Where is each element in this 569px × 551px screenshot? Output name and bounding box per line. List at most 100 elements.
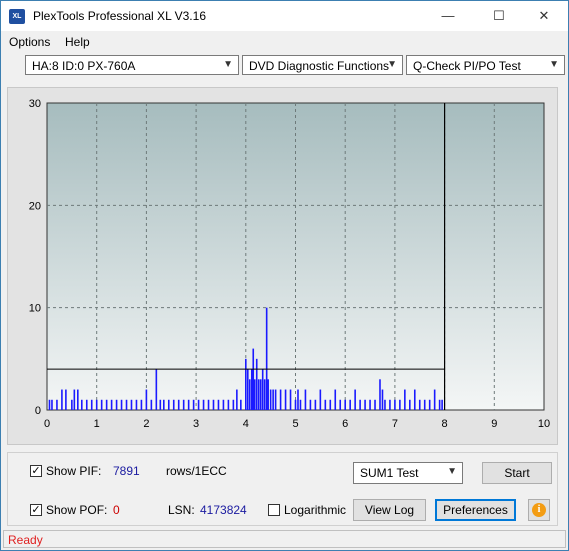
pi-bar — [384, 399, 386, 410]
y-tick-label: 20 — [29, 200, 41, 212]
pi-bar — [257, 379, 260, 410]
chart-svg: 0 1 2 3 4 5 6 7 8 9 10 0 10 20 30 — [29, 98, 550, 430]
pi-bar — [418, 399, 421, 410]
status-bar: Ready — [3, 530, 566, 548]
x-tick-label: 1 — [94, 418, 100, 430]
pi-bar — [344, 399, 346, 410]
pi-bar — [155, 369, 158, 410]
pi-bar — [172, 399, 175, 410]
pi-bar — [441, 399, 443, 410]
pi-bar — [115, 399, 118, 410]
pi-bar — [252, 348, 255, 410]
pi-bar — [259, 379, 262, 410]
test-type-select[interactable]: Q-Check PI/PO Test ▼ — [406, 55, 565, 75]
maximize-button[interactable]: ☐ — [476, 1, 522, 31]
app-logo-icon: XL — [9, 9, 25, 24]
menu-help[interactable]: Help — [65, 35, 90, 49]
pi-bar — [227, 399, 230, 410]
pif-units: rows/1ECC — [166, 464, 227, 478]
logarithmic-label: Logarithmic — [284, 503, 347, 517]
pi-bar — [314, 399, 317, 410]
info-button[interactable]: i — [528, 499, 550, 521]
drive-select[interactable]: HA:8 ID:0 PX-760A ▼ — [25, 55, 239, 75]
pi-bar — [105, 399, 108, 410]
pi-bar — [272, 389, 274, 410]
pi-bar — [202, 399, 205, 410]
pi-bar — [299, 399, 302, 410]
close-button[interactable]: ✕ — [521, 1, 567, 31]
view-log-button[interactable]: View Log — [353, 499, 426, 521]
pi-bar — [304, 389, 307, 410]
y-tick-label: 30 — [29, 98, 41, 110]
pi-bar — [150, 399, 153, 410]
x-tick-label: 9 — [491, 418, 497, 430]
pi-bar — [217, 399, 220, 410]
chevron-down-icon: ▼ — [223, 59, 233, 70]
pi-bar — [374, 399, 376, 410]
controls-panel: ✓ Show PIF: 7891 rows/1ECC ✓ Show POF: 0… — [7, 452, 558, 526]
pi-bar — [413, 389, 416, 410]
pi-bar — [297, 389, 299, 410]
pi-bar — [255, 358, 258, 410]
pif-value: 7891 — [113, 464, 140, 478]
pi-bar — [162, 399, 165, 410]
pi-bar — [130, 399, 133, 410]
x-tick-label: 10 — [538, 418, 550, 430]
title-bar[interactable]: XL PlexTools Professional XL V3.16 — ☐ ✕ — [1, 1, 568, 31]
pi-bar — [265, 307, 268, 410]
logarithmic-checkbox[interactable] — [268, 504, 280, 516]
function-select[interactable]: DVD Diagnostic Functions ▼ — [242, 55, 403, 75]
pi-bar — [289, 389, 292, 410]
pi-bar — [65, 389, 67, 410]
pi-bar — [324, 399, 327, 410]
app-window: XL PlexTools Professional XL V3.16 — ☐ ✕… — [0, 0, 569, 551]
pi-bar — [222, 399, 225, 410]
chevron-down-icon: ▼ — [387, 59, 397, 70]
preferences-button[interactable]: Preferences — [435, 499, 516, 521]
pi-bar — [197, 399, 200, 410]
sum-test-select[interactable]: SUM1 Test ▼ — [353, 462, 463, 484]
show-pof-label: Show POF: — [46, 503, 108, 517]
x-tick-label: 4 — [243, 418, 249, 430]
pi-bar — [51, 399, 53, 410]
pi-bar — [232, 399, 235, 410]
x-tick-label: 2 — [143, 418, 149, 430]
pi-bar — [369, 399, 371, 410]
pi-bar — [423, 399, 426, 410]
show-pif-label: Show PIF: — [46, 464, 102, 478]
pi-bar — [248, 379, 251, 410]
pi-bar — [245, 358, 247, 410]
start-button[interactable]: Start — [482, 462, 552, 484]
pi-bar — [77, 389, 79, 410]
pi-bar — [135, 399, 138, 410]
pi-bar — [319, 389, 322, 410]
pi-bar — [236, 389, 238, 410]
pi-bar — [110, 399, 113, 410]
pi-bar — [125, 399, 128, 410]
minimize-button[interactable]: — — [425, 1, 471, 31]
pi-bar — [95, 399, 98, 410]
pi-bar — [339, 399, 342, 410]
show-pof-checkbox[interactable]: ✓ — [30, 504, 42, 516]
x-tick-label: 7 — [392, 418, 398, 430]
info-icon: i — [532, 503, 546, 517]
show-pif-checkbox[interactable]: ✓ — [30, 465, 42, 477]
window-title: PlexTools Professional XL V3.16 — [33, 9, 206, 23]
menu-bar: Options Help — [1, 32, 568, 52]
pi-bar — [381, 389, 384, 410]
pi-bar — [404, 389, 406, 410]
x-tick-label: 6 — [342, 418, 348, 430]
pi-bar — [263, 379, 266, 410]
pi-bar — [379, 379, 381, 410]
pi-bar — [409, 399, 411, 410]
menu-options[interactable]: Options — [9, 35, 50, 49]
pi-bar — [85, 399, 88, 410]
pi-bar — [73, 389, 76, 410]
pi-bar — [177, 399, 180, 410]
pi-bar — [253, 379, 256, 410]
y-tick-label: 10 — [29, 303, 41, 315]
pi-bar — [192, 399, 195, 410]
pi-bar — [428, 399, 431, 410]
pi-bar — [261, 369, 264, 410]
pi-bar — [207, 399, 210, 410]
